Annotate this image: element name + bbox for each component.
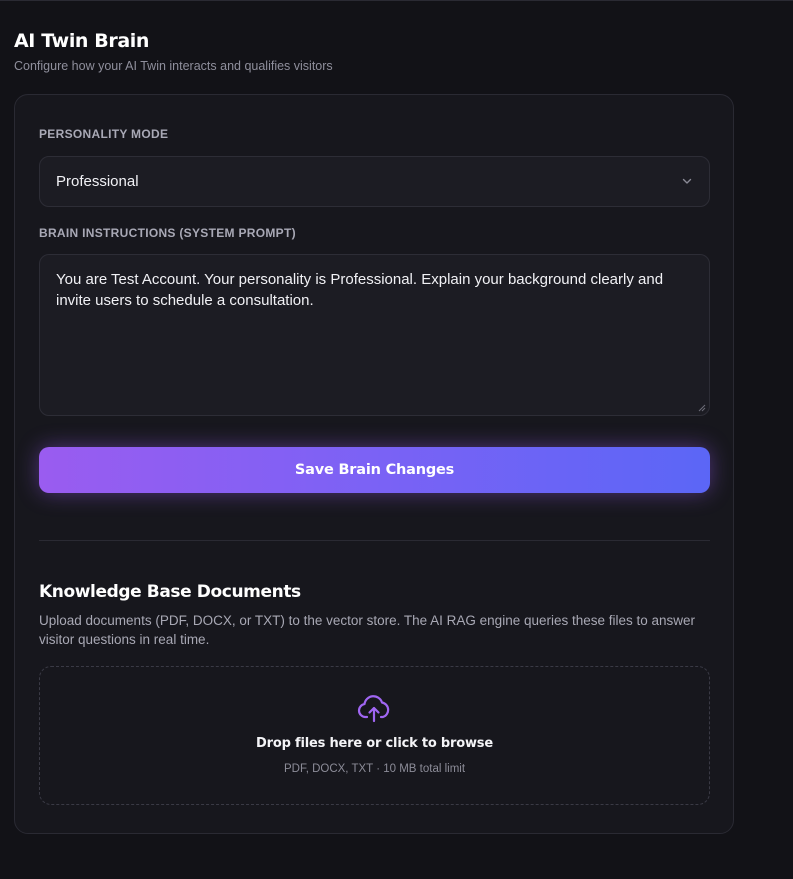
system-prompt-text: You are Test Account. Your personality i… — [56, 271, 664, 309]
brain-instructions-label: BRAIN INSTRUCTIONS (SYSTEM PROMPT) — [39, 226, 296, 240]
top-border — [0, 0, 793, 1]
personality-mode-select[interactable]: Professional — [39, 156, 710, 207]
page-subtitle: Configure how your AI Twin interacts and… — [14, 59, 333, 73]
knowledge-base-description: Upload documents (PDF, DOCX, or TXT) to … — [39, 613, 696, 647]
file-dropzone[interactable]: Drop files here or click to browse PDF, … — [39, 666, 710, 805]
save-brain-changes-button[interactable]: Save Brain Changes — [39, 447, 710, 493]
dropzone-title: Drop files here or click to browse — [256, 736, 493, 751]
dropzone-hint: PDF, DOCX, TXT · 10 MB total limit — [283, 763, 466, 775]
section-divider — [39, 540, 710, 541]
cloud-upload-icon — [357, 695, 390, 723]
knowledge-base-title: Knowledge Base Documents — [39, 582, 301, 602]
brain-settings-card: PERSONALITY MODE Professional BRAIN INST… — [14, 94, 734, 834]
personality-mode-label: PERSONALITY MODE — [39, 127, 169, 141]
resize-handle-icon[interactable] — [698, 404, 706, 412]
system-prompt-textarea[interactable]: You are Test Account. Your personality i… — [39, 254, 710, 416]
personality-mode-value: Professional — [56, 173, 139, 190]
chevron-down-icon — [682, 178, 692, 184]
page-title: AI Twin Brain — [14, 30, 149, 52]
